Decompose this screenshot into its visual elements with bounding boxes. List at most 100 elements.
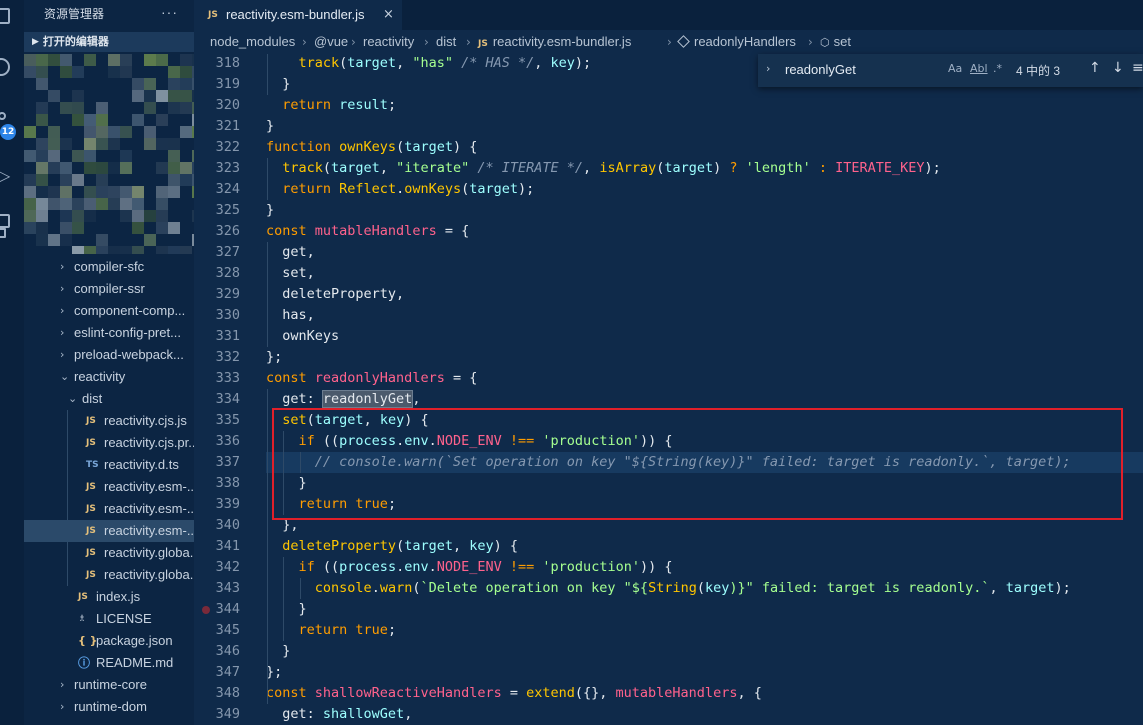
code-token: target xyxy=(1005,580,1055,596)
code-line[interactable]: const mutableHandlers = { xyxy=(266,221,469,242)
redacted-pixel xyxy=(156,114,168,126)
redacted-pixel xyxy=(132,78,144,90)
run-debug-icon[interactable]: ▷ xyxy=(0,166,10,185)
code-line[interactable]: if ((process.env.NODE_ENV !== 'productio… xyxy=(266,557,673,578)
tree-item[interactable]: › compiler-ssr xyxy=(24,278,194,300)
code-token: ); xyxy=(574,55,592,71)
tree-item[interactable]: ⓘ README.md xyxy=(24,652,194,674)
tree-item[interactable]: JS reactivity.cjs.js xyxy=(24,410,194,432)
tree-item[interactable]: JS index.js xyxy=(24,586,194,608)
code-line[interactable]: }; xyxy=(266,347,282,368)
tree-item[interactable]: › preload-webpack... xyxy=(24,344,194,366)
breakpoint-icon[interactable] xyxy=(202,606,210,614)
tree-item[interactable]: JS reactivity.esm-... xyxy=(24,476,194,498)
code-line[interactable]: has, xyxy=(266,305,315,326)
code-token: ( xyxy=(396,139,405,155)
code-line[interactable]: const readonlyHandlers = { xyxy=(266,368,477,389)
breadcrumb-item[interactable]: dist xyxy=(436,30,456,54)
tree-item[interactable]: JS reactivity.cjs.pr... xyxy=(24,432,194,454)
search-icon[interactable] xyxy=(0,58,10,76)
redacted-pixel xyxy=(180,102,192,114)
breadcrumb-item[interactable]: readonlyHandlers xyxy=(677,30,796,54)
explorer-icon[interactable] xyxy=(0,8,10,24)
code-editor[interactable]: 318 319 320 321 322 323 324 325 326 327 328 329 330 3… xyxy=(194,54,1143,725)
redacted-pixel xyxy=(36,114,48,126)
code-token: true xyxy=(355,622,388,638)
tree-item[interactable]: ⌄ reactivity xyxy=(24,366,194,388)
tree-item[interactable]: JS reactivity.globa... xyxy=(24,542,194,564)
tree-item[interactable]: ♗ LICENSE xyxy=(24,608,194,630)
code-line[interactable]: function ownKeys(target) { xyxy=(266,137,477,158)
code-line[interactable]: console.warn (`Delete operation on key "$… xyxy=(266,578,1071,599)
code-line[interactable]: return result; xyxy=(266,95,396,116)
tree-item[interactable]: JS reactivity.esm-... xyxy=(24,498,194,520)
breadcrumb-item[interactable]: JS reactivity.esm-bundler.js xyxy=(478,30,631,56)
tree-item[interactable]: TS reactivity.d.ts xyxy=(24,454,194,476)
tree-item[interactable]: › compiler-sfc xyxy=(24,256,194,278)
breadcrumb-label: readonlyHandlers xyxy=(694,34,796,49)
breadcrumb-separator-icon: › xyxy=(302,35,307,49)
code-line[interactable]: get, xyxy=(266,242,315,263)
source-control-icon[interactable] xyxy=(0,112,6,120)
code-line[interactable]: } xyxy=(266,641,290,662)
code-token: get: xyxy=(266,706,323,722)
regex-icon[interactable]: .* xyxy=(993,62,1002,75)
code-line[interactable]: } xyxy=(266,74,290,95)
redacted-pixel xyxy=(180,246,192,254)
code-line[interactable]: } xyxy=(266,599,307,620)
extensions-icon-part xyxy=(0,228,6,238)
code-line[interactable]: deleteProperty, xyxy=(266,284,404,305)
breadcrumb-item[interactable]: ⬡ set xyxy=(820,30,851,55)
tab-reactivity-esm-bundler[interactable]: JS reactivity.esm-bundler.js × xyxy=(194,0,402,30)
code-line[interactable]: } xyxy=(266,200,274,221)
breadcrumb-item[interactable]: reactivity xyxy=(363,30,414,54)
open-editors-section[interactable]: ▶ 打开的编辑器 xyxy=(24,32,194,52)
code-area[interactable]: track(target, "has" /* HAS */, key); } r… xyxy=(266,54,1143,725)
redacted-pixel xyxy=(60,162,72,174)
method-symbol-icon: ⬡ xyxy=(820,36,830,49)
tree-item[interactable]: JS reactivity.esm-... xyxy=(24,520,194,542)
code-token: , xyxy=(396,55,413,71)
code-line[interactable]: deleteProperty(target, key) { xyxy=(266,536,518,557)
tree-item[interactable]: JS reactivity.globa... xyxy=(24,564,194,586)
toggle-replace-icon[interactable]: › xyxy=(766,62,770,75)
code-line[interactable]: set, xyxy=(266,263,315,284)
redacted-pixel xyxy=(36,222,48,234)
breadcrumb-item[interactable]: node_modules xyxy=(210,30,295,54)
redacted-pixel xyxy=(180,126,192,138)
previous-match-icon[interactable]: ↑ xyxy=(1089,60,1101,76)
code-line[interactable]: const shallowReactiveHandlers = extend({… xyxy=(266,683,762,704)
match-case-icon[interactable]: Aa xyxy=(948,62,962,75)
redacted-pixel xyxy=(120,198,132,210)
code-line[interactable]: track(target, "has" /* HAS */, key); xyxy=(266,54,592,74)
redacted-pixel xyxy=(84,114,96,126)
redacted-pixel xyxy=(60,102,72,114)
breadcrumb-label: @vue xyxy=(314,34,349,49)
tree-item[interactable]: ⌄ dist xyxy=(24,388,194,410)
breadcrumb-item[interactable]: @vue xyxy=(314,30,348,54)
tree-item[interactable]: › eslint-config-pret... xyxy=(24,322,194,344)
code-line[interactable]: }; xyxy=(266,662,282,683)
code-line[interactable]: track(target, "iterate" /* ITERATE */, i… xyxy=(266,158,941,179)
tree-item[interactable]: { } package.json xyxy=(24,630,194,652)
find-menu-icon[interactable]: ≡ xyxy=(1132,60,1143,76)
code-line[interactable]: return true; xyxy=(266,620,397,641)
next-match-icon[interactable]: ↓ xyxy=(1112,60,1124,76)
more-actions-button[interactable]: ··· xyxy=(161,4,178,20)
code-line[interactable]: ownKeys xyxy=(266,326,339,347)
close-icon[interactable]: × xyxy=(383,7,394,22)
tree-item[interactable]: › runtime-dom xyxy=(24,696,194,718)
tree-item[interactable]: › runtime-core xyxy=(24,674,194,696)
tree-item[interactable]: › component-comp... xyxy=(24,300,194,322)
code-line[interactable]: return Reflect.ownKeys(target); xyxy=(266,179,534,200)
redacted-pixel xyxy=(24,210,36,222)
chevron-right-icon: › xyxy=(60,304,65,317)
extensions-icon[interactable] xyxy=(0,214,10,228)
code-line[interactable]: } xyxy=(266,116,274,137)
code-line[interactable]: get: shallowGet, xyxy=(266,704,412,725)
redacted-pixel xyxy=(168,174,180,186)
chevron-right-icon: › xyxy=(60,326,65,339)
whole-word-icon[interactable]: Abl xyxy=(970,62,988,75)
redacted-pixel xyxy=(156,90,168,102)
code-line[interactable]: get: readonlyGet, xyxy=(266,389,420,410)
